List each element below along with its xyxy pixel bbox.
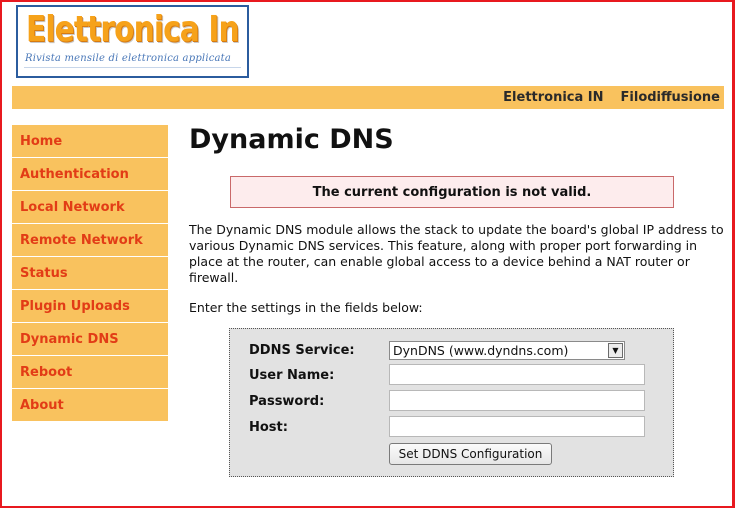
sidebar-item-dynamic-dns[interactable]: Dynamic DNS bbox=[12, 323, 168, 356]
sidebar: Home Authentication Local Network Remote… bbox=[12, 125, 168, 422]
sidebar-item-authentication[interactable]: Authentication bbox=[12, 158, 168, 191]
sidebar-item-home[interactable]: Home bbox=[12, 125, 168, 158]
sidebar-item-status[interactable]: Status bbox=[12, 257, 168, 290]
top-link-filodiffusione[interactable]: Filodiffusione bbox=[621, 90, 720, 105]
password-label: Password: bbox=[249, 394, 325, 409]
username-label: User Name: bbox=[249, 368, 335, 383]
ddns-service-value: DynDNS (www.dyndns.com) bbox=[393, 343, 569, 358]
ddns-service-select[interactable]: DynDNS (www.dyndns.com) ▼ bbox=[389, 341, 625, 360]
ddns-service-label: DDNS Service: bbox=[249, 343, 355, 358]
top-nav-bar: Elettronica IN Filodiffusione bbox=[12, 86, 724, 109]
sidebar-item-reboot[interactable]: Reboot bbox=[12, 356, 168, 389]
set-ddns-configuration-button[interactable]: Set DDNS Configuration bbox=[389, 443, 552, 465]
sidebar-item-about[interactable]: About bbox=[12, 389, 168, 422]
logo-divider bbox=[24, 67, 241, 68]
sidebar-item-local-network[interactable]: Local Network bbox=[12, 191, 168, 224]
username-input[interactable] bbox=[389, 364, 645, 385]
sidebar-item-remote-network[interactable]: Remote Network bbox=[12, 224, 168, 257]
password-input[interactable] bbox=[389, 390, 645, 411]
chevron-down-icon[interactable]: ▼ bbox=[608, 343, 623, 358]
form-instructions: Enter the settings in the fields below: bbox=[189, 300, 423, 315]
error-message: The current configuration is not valid. bbox=[230, 176, 674, 208]
ddns-settings-form: DDNS Service: DynDNS (www.dyndns.com) ▼ … bbox=[229, 328, 674, 477]
logo-title: Elettronica In bbox=[26, 9, 240, 50]
site-logo[interactable]: Elettronica In Rivista mensile di elettr… bbox=[16, 5, 249, 78]
sidebar-item-plugin-uploads[interactable]: Plugin Uploads bbox=[12, 290, 168, 323]
host-label: Host: bbox=[249, 420, 288, 435]
page-title: Dynamic DNS bbox=[189, 124, 394, 155]
module-description: The Dynamic DNS module allows the stack … bbox=[189, 222, 724, 285]
logo-subtitle: Rivista mensile di elettronica applicata bbox=[25, 53, 232, 64]
host-input[interactable] bbox=[389, 416, 645, 437]
top-link-elettronica-in[interactable]: Elettronica IN bbox=[503, 90, 603, 105]
